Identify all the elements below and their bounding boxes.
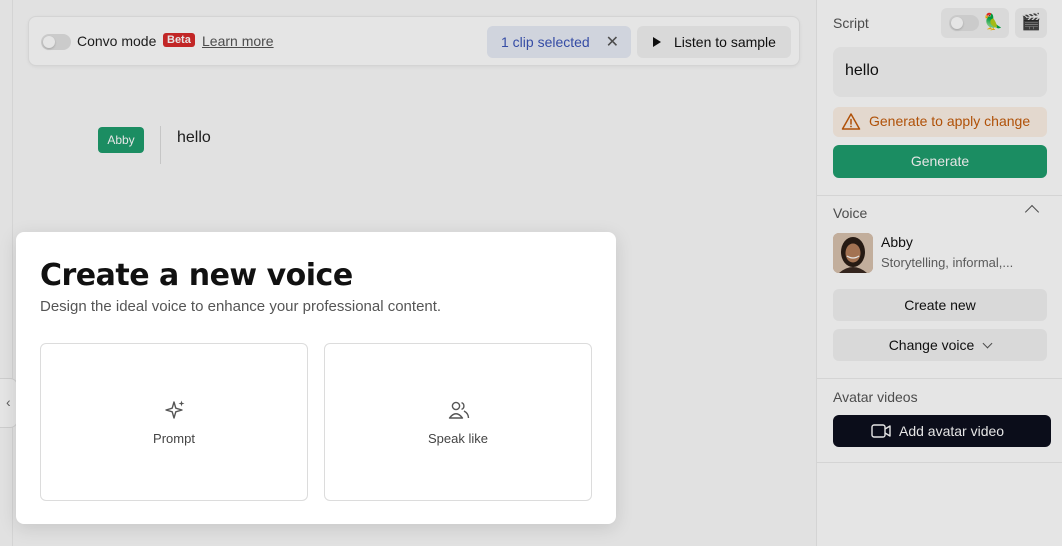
prompt-option-card[interactable]: Prompt (40, 343, 308, 501)
create-voice-modal: Create a new voice Design the ideal voic… (16, 232, 616, 524)
speak-like-option-label: Speak like (428, 431, 488, 446)
modal-subtitle: Design the ideal voice to enhance your p… (40, 298, 442, 315)
speak-like-option-card[interactable]: Speak like (324, 343, 592, 501)
modal-title: Create a new voice (40, 258, 353, 293)
people-icon (448, 401, 470, 419)
prompt-option-label: Prompt (153, 431, 195, 446)
sparkle-icon (165, 400, 185, 419)
app: Convo mode Beta Learn more 1 clip select… (0, 0, 1062, 546)
